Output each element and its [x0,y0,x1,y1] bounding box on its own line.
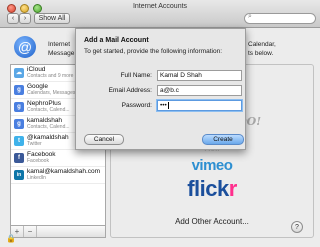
account-services: Twitter [27,141,42,147]
list-item[interactable]: in kamal@kamaldshah.com LinkedIn [11,167,105,184]
password-field[interactable]: ••• [157,100,242,111]
email-address-label: Email Address: [108,87,152,94]
help-button[interactable]: ? [291,221,303,233]
full-name-field[interactable]: Kamal D Shah [157,70,242,81]
at-sign-icon: @ [14,36,36,58]
lock-icon[interactable]: 🔒 [6,234,16,243]
account-services: LinkedIn [27,175,46,181]
account-services: Contacts, Calend... [27,124,70,130]
account-list-controls: + − [10,226,106,238]
vimeo-logo[interactable]: vimeo [111,157,313,174]
account-name: @kamaldshah [27,134,69,141]
sheet-title: Add a Mail Account [84,37,149,44]
account-name: iCloud [27,66,46,73]
header-description-right: Calendar, ts below. [248,41,276,57]
full-name-label: Full Name: [120,72,152,79]
account-services: Facebook [27,158,49,164]
cloud-icon: ☁ [14,68,24,78]
account-services: Contacts, Calend... [27,107,70,113]
remove-account-button[interactable]: − [24,226,37,237]
account-services: Calendars, Messages [27,90,76,96]
forward-button[interactable]: › [19,13,31,24]
account-name: Facebook [27,151,56,158]
search-icon: ⌕ [248,13,252,20]
linkedin-icon: in [14,170,24,180]
account-name: kamal@kamaldshah.com [27,168,101,175]
email-address-field[interactable]: a@b.c [157,85,242,96]
create-button[interactable]: Create [202,134,244,145]
account-name: NephroPlus [27,100,61,107]
back-button[interactable]: ‹ [7,13,19,24]
add-mail-account-sheet: Add a Mail Account To get started, provi… [75,28,246,150]
password-value: ••• [160,102,167,109]
show-all-button[interactable]: Show All [34,13,70,24]
list-item[interactable]: f Facebook Facebook [11,150,105,167]
title-bar: Internet Accounts ‹ › Show All ⌕ [0,0,320,28]
account-services: Contacts and 9 more [27,73,74,79]
window-title: Internet Accounts [132,3,188,10]
google-icon: g [14,119,24,129]
cancel-button[interactable]: Cancel [84,134,124,145]
text-caret [167,101,169,109]
twitter-icon: t [14,136,24,146]
account-name: Google [27,83,48,90]
google-icon: g [14,85,24,95]
password-label: Password: [121,102,152,109]
facebook-icon: f [14,153,24,163]
add-other-account-button[interactable]: Add Other Account... [111,217,313,226]
internet-accounts-window: Internet Accounts ‹ › Show All ⌕ @ Inter… [0,0,320,247]
account-name: kamaldshah [27,117,63,124]
sheet-instructions: To get started, provide the following in… [84,48,223,55]
flickr-logo[interactable]: flickr [111,176,313,202]
flickr-logo-text: flick [187,176,229,201]
google-icon: g [14,102,24,112]
flickr-logo-accent: r [228,176,238,201]
search-input[interactable]: ⌕ [244,13,316,24]
